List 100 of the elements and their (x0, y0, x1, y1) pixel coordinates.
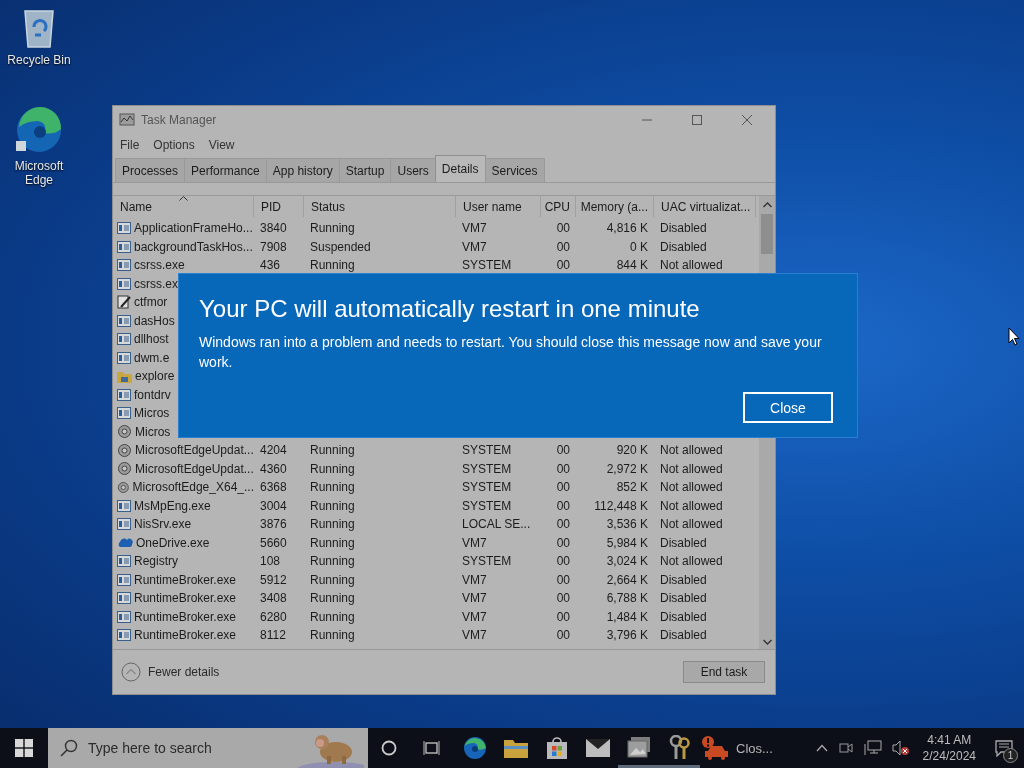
table-cell-text: Running (309, 480, 356, 495)
notification-badge: 1 (1003, 748, 1018, 763)
table-cell: fontdrv (134, 387, 171, 402)
table-cell-text: Running (309, 609, 356, 624)
table-cell: csrss.ex (134, 276, 178, 291)
table-cell-text: 0 K (629, 239, 649, 254)
table-cell-text: SYSTEM (461, 498, 513, 513)
table-cell: MicrosoftEdge_X64_... (132, 480, 254, 495)
table-cell-text: Not allowed (659, 461, 724, 476)
table-cell-text: Running (309, 591, 356, 606)
table-cell-text: 5912 (259, 572, 288, 587)
table-cell-text: VM7 (461, 239, 488, 254)
table-cell: explore (135, 369, 175, 384)
table-cell-text: Running (309, 258, 356, 273)
table-cell-text: SYSTEM (461, 461, 513, 476)
window-title: Task Manager (141, 113, 217, 127)
table-cell-text: 00 (555, 461, 571, 476)
table-cell-text: 00 (555, 591, 571, 606)
table-cell-text: VM7 (461, 221, 488, 236)
table-cell: RuntimeBroker.exe (134, 591, 237, 606)
table-cell-text: 108 (259, 554, 282, 569)
table-cell: backgroundTaskHos... (134, 239, 253, 254)
table-cell-text: Disabled (659, 221, 708, 236)
table-cell: Micros (135, 424, 171, 439)
table-cell-text: Running (309, 461, 356, 476)
table-cell-text: 3004 (259, 498, 288, 513)
table-cell-text: 6368 (259, 480, 288, 495)
table-cell-text: VM7 (461, 609, 488, 624)
table-cell-text: Running (309, 498, 356, 513)
table-cell: dllhost (134, 332, 169, 347)
table-cell-text: 00 (555, 572, 571, 587)
table-cell-text: Disabled (659, 535, 708, 550)
table-cell-text: 4204 (259, 443, 288, 458)
table-cell-text: 920 K (615, 443, 649, 458)
table-cell-text: 3840 (259, 221, 288, 236)
table-cell-text: 1,484 K (605, 609, 649, 624)
table-cell-text: 00 (555, 628, 571, 643)
table-cell-text: 5660 (259, 535, 288, 550)
table-cell-text: Disabled (659, 239, 708, 254)
table-cell: MicrosoftEdgeUpdat... (135, 461, 254, 476)
table-cell-text: 00 (555, 443, 571, 458)
table-cell-text: 00 (555, 480, 571, 495)
table-cell-text: LOCAL SE... (461, 517, 532, 532)
table-cell-text: 00 (555, 517, 571, 532)
table-cell-text: VM7 (461, 591, 488, 606)
table-cell-text: Not allowed (659, 517, 724, 532)
table-cell-text: Suspended (309, 239, 372, 254)
table-cell-text: Disabled (659, 609, 708, 624)
table-cell-text: Running (309, 443, 356, 458)
table-cell-text: Running (309, 554, 356, 569)
table-cell: csrss.exe (134, 258, 185, 273)
table-cell-text: Not allowed (659, 258, 724, 273)
table-cell-text: Disabled (659, 572, 708, 587)
table-cell-text: 4,816 K (605, 221, 649, 236)
table-cell: dwm.e (134, 350, 170, 365)
dialog-message: Windows ran into a problem and needs to restart. You should close this message now and save your work. (199, 333, 823, 372)
table-cell-text: 00 (555, 609, 571, 624)
table-cell-text: 3408 (259, 591, 288, 606)
table-cell: ctfmor (134, 295, 168, 310)
table-cell-text: Running (309, 221, 356, 236)
table-cell-text: 3,796 K (605, 628, 649, 643)
table-cell-text: Disabled (659, 591, 708, 606)
table-cell-text: 6280 (259, 609, 288, 624)
table-cell: Micros (134, 406, 170, 421)
table-cell: MicrosoftEdgeUpdat... (135, 443, 254, 458)
table-cell-text: 4360 (259, 461, 288, 476)
table-cell-text: SYSTEM (461, 258, 513, 273)
table-cell-text: Running (309, 535, 356, 550)
table-cell: ApplicationFrameHo... (134, 221, 253, 236)
table-cell-text: 2,972 K (605, 461, 649, 476)
table-cell-text: 00 (555, 239, 571, 254)
table-cell-text: SYSTEM (461, 554, 513, 569)
table-cell-text: 5,984 K (605, 535, 649, 550)
table-cell-text: VM7 (461, 572, 488, 587)
table-cell-text: SYSTEM (461, 443, 513, 458)
table-cell-text: Running (309, 517, 356, 532)
table-cell-text: 2,664 K (605, 572, 649, 587)
table-cell-text: VM7 (461, 628, 488, 643)
table-cell-text: 00 (555, 498, 571, 513)
table-cell-text: VM7 (461, 535, 488, 550)
table-cell-text: Running (309, 628, 356, 643)
table-cell-text: Not allowed (659, 480, 724, 495)
table-cell: OneDrive.exe (136, 535, 210, 550)
table-cell-text: 00 (555, 535, 571, 550)
table-cell-text: 3,024 K (605, 554, 649, 569)
table-cell-text: Disabled (659, 628, 708, 643)
table-cell-text: 436 (259, 258, 282, 273)
table-cell-text: 852 K (615, 480, 649, 495)
table-cell-text: 00 (555, 258, 571, 273)
table-cell-text: 3,536 K (605, 517, 649, 532)
table-cell-text: 844 K (615, 258, 649, 273)
table-cell-text: Not allowed (659, 554, 724, 569)
table-cell-text: 8112 (259, 628, 287, 643)
table-cell: NisSrv.exe (134, 517, 192, 532)
table-cell: RuntimeBroker.exe (134, 609, 237, 624)
table-cell-text: 3876 (259, 517, 288, 532)
table-cell-text: 00 (555, 221, 571, 236)
table-cell-text: 7908 (259, 239, 288, 254)
table-cell: Registry (134, 554, 178, 569)
table-cell-text: 112,448 K (593, 498, 649, 513)
